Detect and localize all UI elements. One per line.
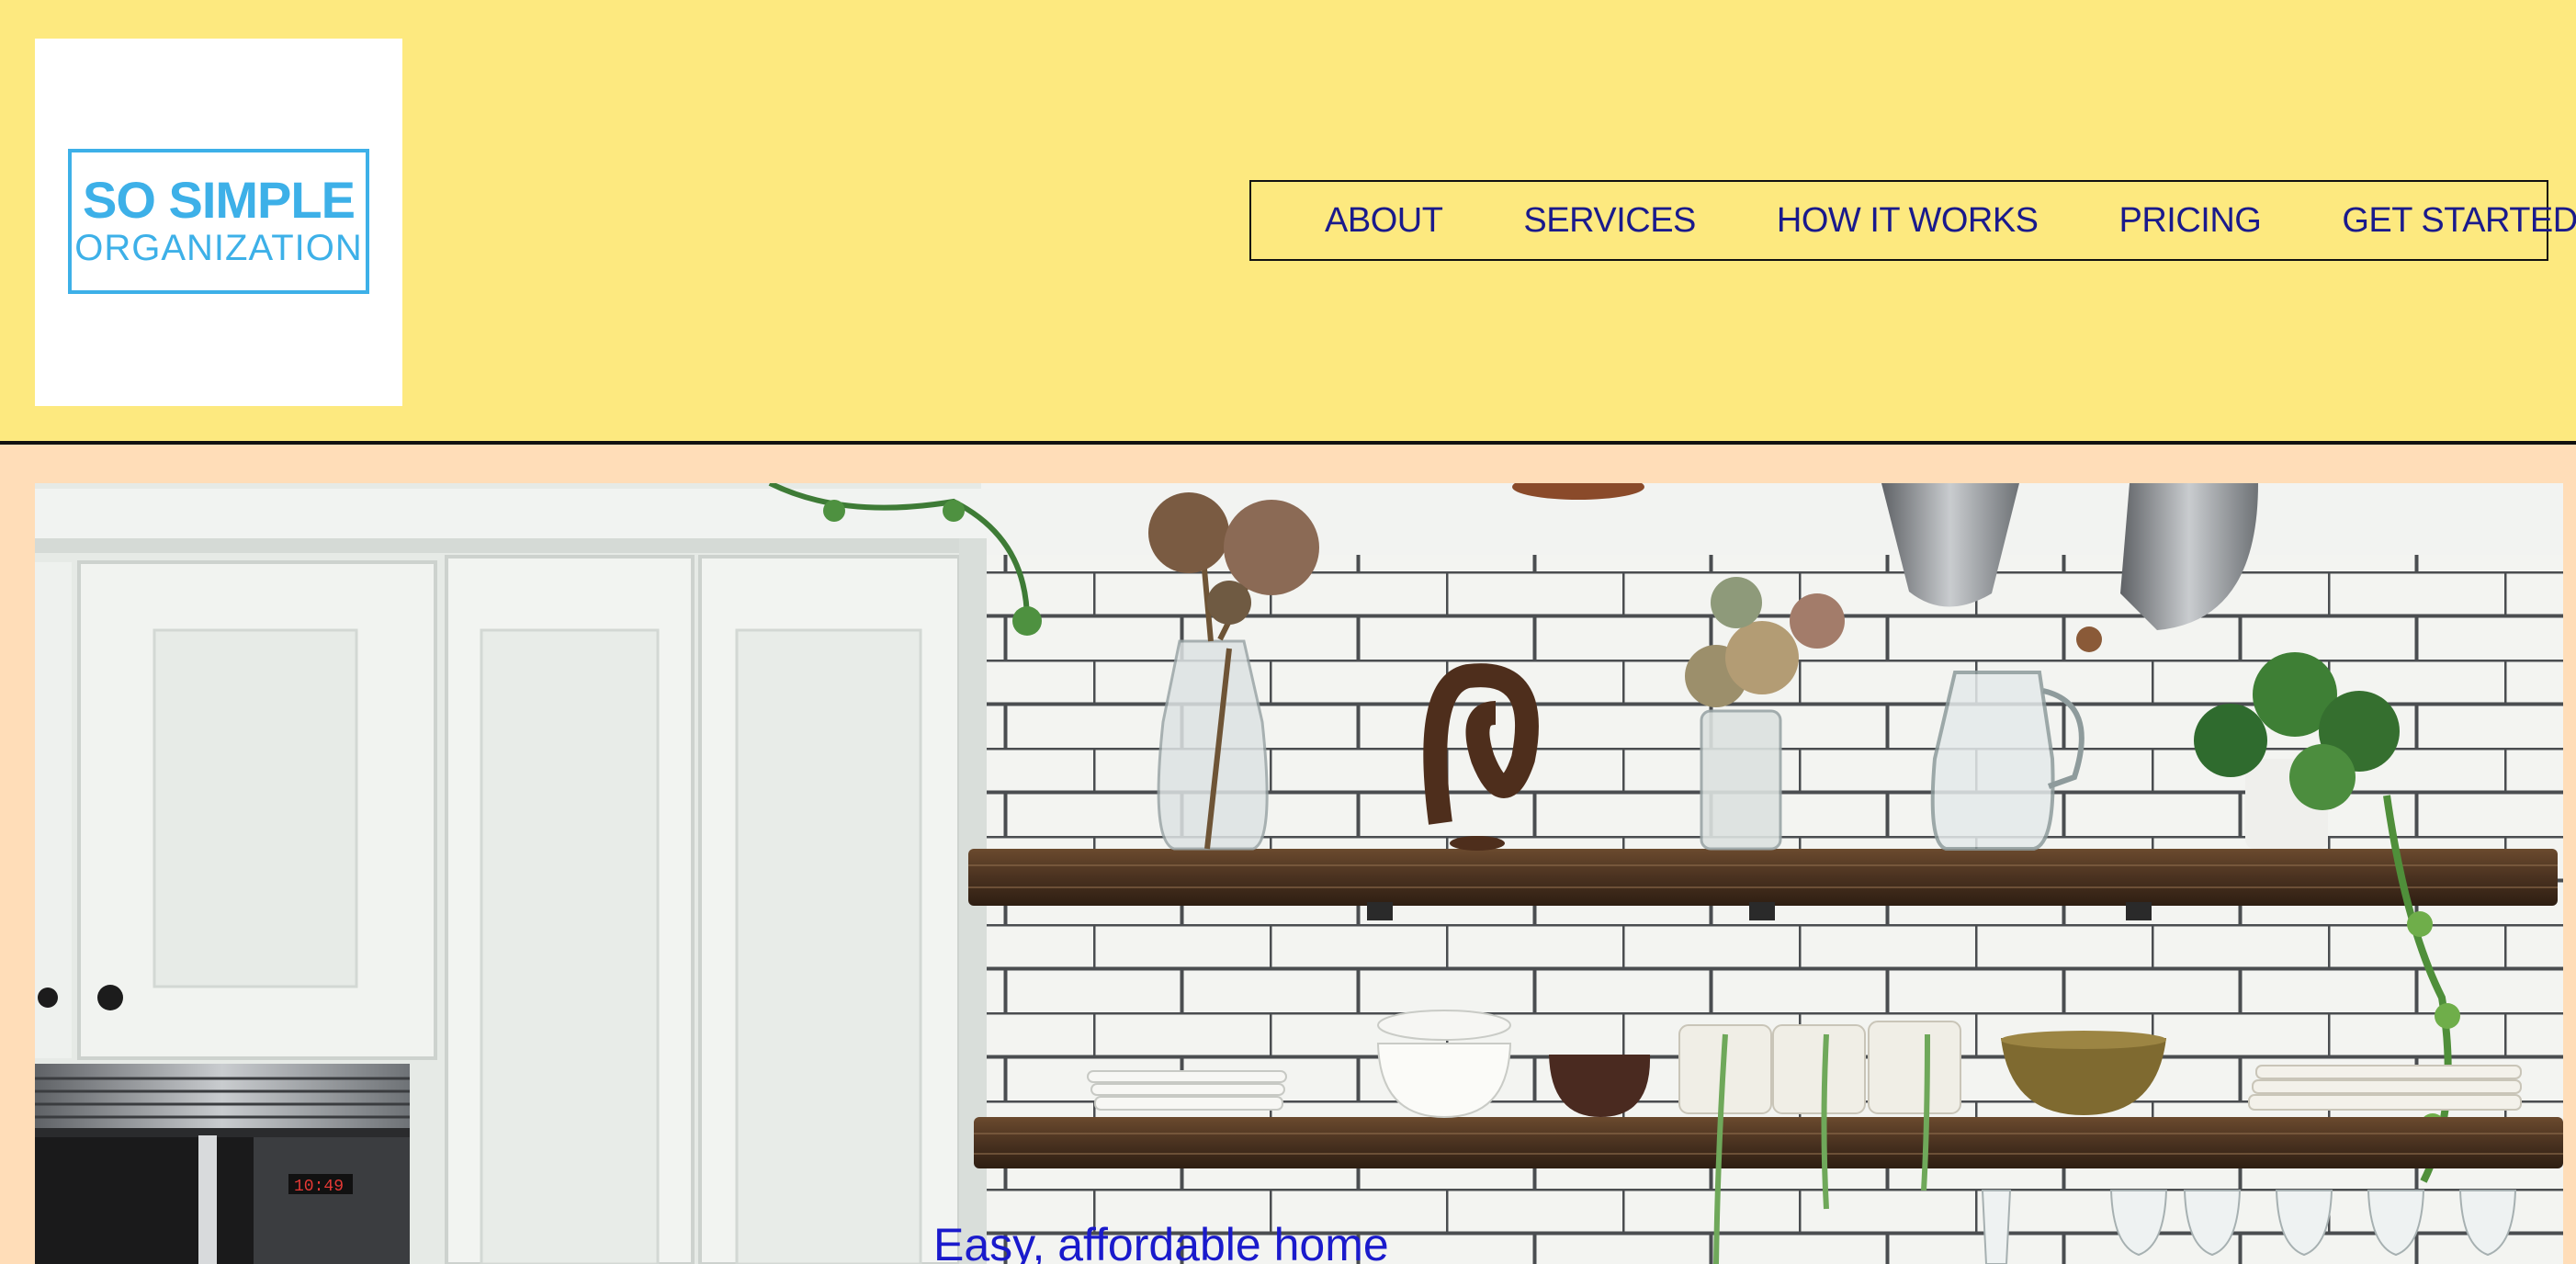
nav-link-pricing[interactable]: PRICING [2119,201,2262,241]
svg-text:10:49: 10:49 [294,1178,344,1196]
hero-image: 10:49 [35,483,2563,1264]
logo: SO SIMPLE ORGANIZATION [68,149,369,294]
logo-link[interactable]: SO SIMPLE ORGANIZATION [35,39,402,406]
hero-headline: Easy, affordable home [933,1219,1389,1264]
nav-link-about[interactable]: ABOUT [1325,201,1443,241]
logo-text-primary: SO SIMPLE [83,171,356,229]
main-nav: ABOUT SERVICES HOW IT WORKS PRICING GET … [1249,180,2576,261]
site-header: SO SIMPLE ORGANIZATION ABOUT SERVICES HO… [0,0,2576,445]
nav-link-how-it-works[interactable]: HOW IT WORKS [1777,201,2039,241]
logo-text-secondary: ORGANIZATION [74,228,363,268]
nav-link-get-started[interactable]: GET STARTED [2342,201,2576,241]
hero-section: 10:49 Easy, affordable home [35,483,2563,1264]
nav-link-services[interactable]: SERVICES [1523,201,1696,241]
